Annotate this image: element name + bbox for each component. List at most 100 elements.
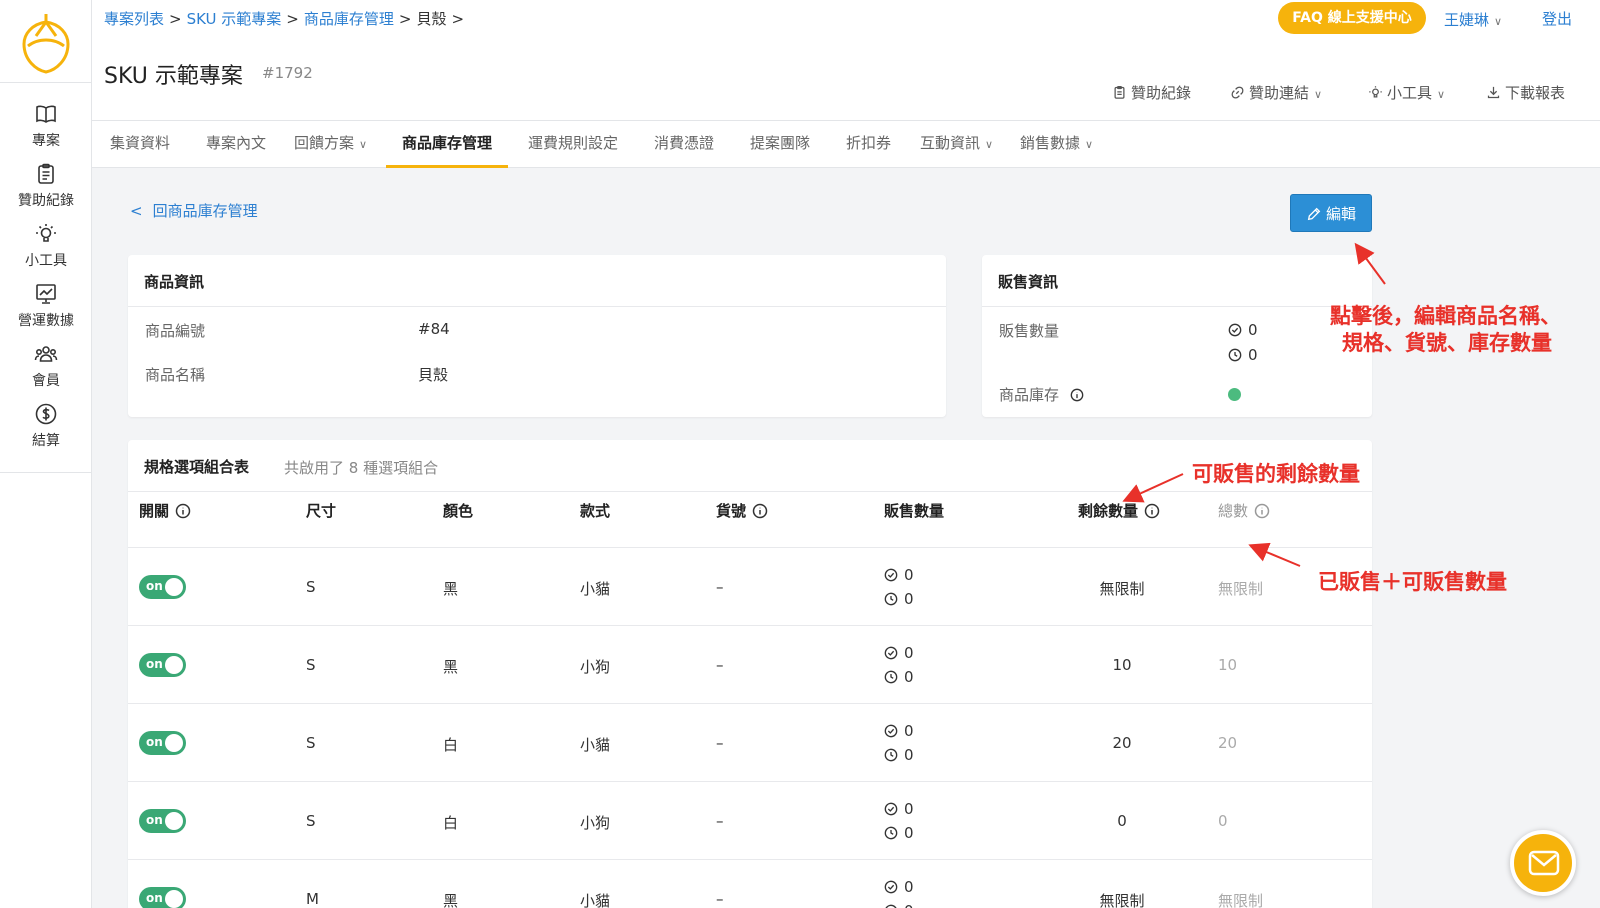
cell-sold: 00 — [884, 719, 914, 767]
check-circle-icon — [884, 568, 898, 582]
col-switch: 開關 — [139, 500, 191, 521]
sidebar-item-widgets[interactable]: 小工具 — [0, 222, 92, 278]
logout-link[interactable]: 登出 — [1542, 8, 1572, 29]
cell-sku: – — [716, 734, 724, 752]
tab-team[interactable]: 提案團隊 — [750, 121, 810, 168]
breadcrumb-inventory[interactable]: 商品庫存管理 — [304, 10, 394, 28]
row-divider — [128, 703, 1372, 704]
row-toggle[interactable]: on — [139, 731, 186, 755]
mail-icon — [1528, 850, 1560, 876]
annotation-edit-note-line2: 規格、貨號、庫存數量 — [1342, 331, 1552, 355]
faq-support-button[interactable]: FAQ 線上支援中心 — [1278, 2, 1426, 34]
page-title: SKU 示範專案 — [104, 64, 243, 89]
tab-receipts[interactable]: 消費憑證 — [654, 121, 714, 168]
tab-funding-info[interactable]: 集資資料 — [110, 121, 170, 168]
sidebar-item-members[interactable]: 會員 — [0, 342, 92, 398]
tab-sales-data[interactable]: 銷售數據 ∨ — [1020, 121, 1093, 168]
info-icon[interactable] — [1144, 503, 1160, 519]
info-icon[interactable] — [752, 503, 768, 519]
toggle-knob — [165, 656, 183, 674]
toggle-knob — [165, 734, 183, 752]
sold-confirmed-value: 0 — [904, 566, 914, 584]
breadcrumb-projects[interactable]: 專案列表 — [104, 10, 164, 28]
widgets-dropdown[interactable]: 小工具 ∨ — [1368, 82, 1445, 103]
breadcrumb: 專案列表 > SKU 示範專案 > 商品庫存管理 > 貝殼 > — [104, 8, 469, 29]
book-icon — [36, 105, 56, 123]
download-report-button[interactable]: 下載報表 — [1486, 82, 1565, 103]
annotation-total-note: 已販售＋可販售數量 — [1318, 570, 1507, 594]
cell-sku: – — [716, 656, 724, 674]
sold-pending: 0 — [884, 587, 914, 611]
sponsor-records-button[interactable]: 贊助紀錄 — [1112, 82, 1191, 103]
sold-pending-value: 0 — [904, 824, 914, 842]
user-menu[interactable]: 王婕琳 ∨ — [1444, 9, 1502, 30]
sidebar-item-analytics[interactable]: 營運數據 — [0, 282, 92, 338]
info-icon[interactable] — [1070, 388, 1084, 402]
edit-button[interactable]: 編輯 — [1290, 194, 1372, 232]
info-icon[interactable] — [175, 503, 191, 519]
sold-confirmed: 0 — [884, 875, 914, 899]
sold-confirmed-value: 0 — [904, 722, 914, 740]
tab-project-content[interactable]: 專案內文 — [206, 121, 266, 168]
chat-support-button[interactable] — [1510, 830, 1576, 896]
sold-pending-value: 0 — [904, 746, 914, 764]
row-divider — [128, 547, 1372, 548]
row-toggle[interactable]: on — [139, 887, 186, 908]
back-label: 回商品庫存管理 — [152, 202, 258, 220]
lightbulb-icon — [1369, 86, 1382, 98]
users-icon — [34, 346, 58, 362]
toggle-label: on — [146, 891, 163, 905]
sold-confirmed: 0 — [1228, 321, 1258, 339]
sidebar-item-sponsor-records[interactable]: 贊助紀錄 — [0, 162, 92, 218]
sales-info-title: 販售資訊 — [998, 273, 1059, 291]
sidebar-item-label: 贊助紀錄 — [18, 193, 74, 209]
sold-pending: 0 — [884, 665, 914, 689]
tab-label: 回饋方案 — [294, 134, 355, 152]
row-toggle[interactable]: on — [139, 575, 186, 599]
check-circle-icon — [1228, 323, 1242, 337]
cell-color: 白 — [443, 736, 459, 754]
back-link[interactable]: < 回商品庫存管理 — [130, 200, 258, 221]
cell-style: 小狗 — [580, 658, 611, 676]
tab-shipping-rules[interactable]: 運費規則設定 — [528, 121, 618, 168]
logo-icon[interactable] — [18, 10, 74, 76]
download-icon — [1487, 86, 1500, 99]
row-toggle[interactable]: on — [139, 809, 186, 833]
sold-pending: 0 — [884, 899, 914, 908]
annotation-edit-note-line1: 點擊後，編輯商品名稱、 — [1330, 304, 1561, 328]
col-total-label: 總數 — [1218, 502, 1249, 520]
breadcrumb-project[interactable]: SKU 示範專案 — [187, 10, 282, 28]
sponsor-links-dropdown[interactable]: 贊助連結 ∨ — [1230, 82, 1322, 103]
sidebar-item-label: 會員 — [32, 373, 60, 389]
check-circle-icon — [884, 880, 898, 894]
stock-label-text: 商品庫存 — [999, 386, 1060, 404]
row-divider — [128, 625, 1372, 626]
info-icon[interactable] — [1254, 503, 1270, 519]
row-toggle[interactable]: on — [139, 653, 186, 677]
sidebar-item-label: 小工具 — [25, 253, 67, 269]
toggle-label: on — [146, 657, 163, 671]
product-number-value: #84 — [418, 320, 450, 338]
sold-confirmed: 0 — [884, 719, 914, 743]
cell-remaining: 0 — [1117, 812, 1127, 830]
tab-rewards[interactable]: 回饋方案 ∨ — [294, 121, 367, 168]
sales-info-card: 販售資訊 販售數量 0 0 商品庫存 — [982, 255, 1372, 417]
row-divider — [128, 859, 1372, 860]
product-name-label: 商品名稱 — [145, 366, 206, 384]
clock-icon — [884, 826, 898, 840]
spec-table-title: 規格選項組合表 — [144, 458, 250, 476]
tab-interactions[interactable]: 互動資訊 ∨ — [920, 121, 993, 168]
card-divider — [128, 491, 1372, 492]
tab-coupons[interactable]: 折扣券 — [846, 121, 891, 168]
sidebar-item-settlement[interactable]: 結算 — [0, 402, 92, 458]
sold-pending-value: 0 — [904, 902, 914, 908]
toggle-knob — [165, 812, 183, 830]
lightbulb-icon — [36, 224, 56, 242]
chevron-down-icon: ∨ — [1314, 88, 1323, 101]
chevron-down-icon: ∨ — [1494, 15, 1503, 28]
sidebar-item-projects[interactable]: 專案 — [0, 102, 92, 158]
sold-confirmed: 0 — [884, 641, 914, 665]
tab-inventory[interactable]: 商品庫存管理 — [386, 121, 509, 168]
pencil-icon — [1307, 207, 1321, 221]
cell-size: S — [306, 734, 316, 752]
